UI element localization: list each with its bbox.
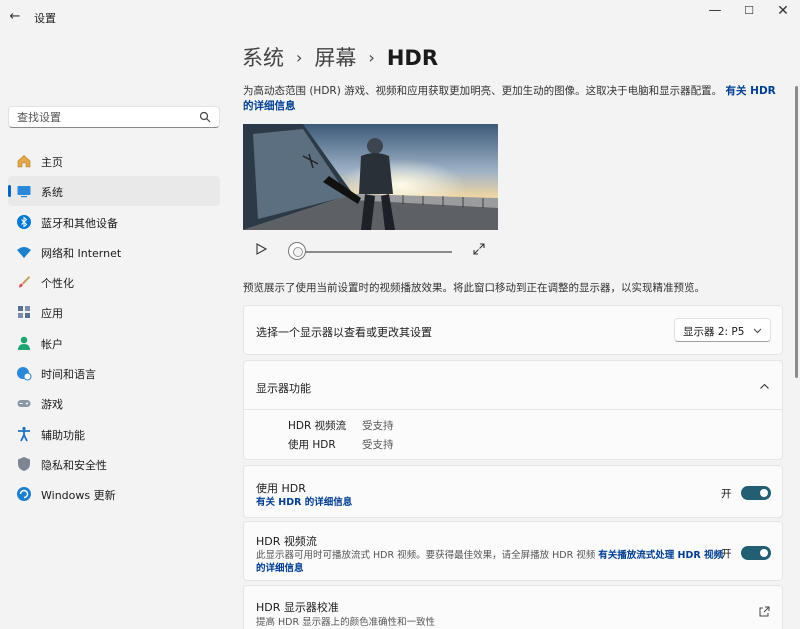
sidebar-item-label: 隐私和安全性 <box>41 458 107 472</box>
system-icon <box>17 186 31 198</box>
intro-description: 为高动态范围 (HDR) 游戏、视频和应用获取更加明亮、更加生动的图像。这取决于… <box>243 85 723 97</box>
video-frame-image <box>243 124 498 230</box>
sidebar-item-accounts[interactable]: 帐户 <box>8 328 220 358</box>
sidebar-item-privacy[interactable]: 隐私和安全性 <box>8 449 220 479</box>
preview-note: 预览展示了使用当前设置时的视频播放效果。将此窗口移动到正在调整的显示器，以实现精… <box>243 282 705 294</box>
hdr-video-preview <box>243 124 498 230</box>
sidebar-item-label: 应用 <box>41 307 63 321</box>
accessibility-icon <box>18 426 30 442</box>
sidebar-item-network[interactable]: 网络和 Internet <box>8 237 220 267</box>
minimize-button[interactable]: — <box>697 2 733 20</box>
gamepad-icon <box>17 400 31 408</box>
hdr-video-stream-toggle[interactable] <box>741 546 771 560</box>
sidebar-item-label: Windows 更新 <box>41 489 116 503</box>
hdr-video-stream-link-continued[interactable]: 的详细信息 <box>256 560 304 574</box>
close-button[interactable]: ✕ <box>765 2 800 20</box>
globe-clock-icon <box>17 367 32 381</box>
sidebar-item-label: 游戏 <box>41 398 63 412</box>
display-capabilities-title: 显示器功能 <box>256 382 311 395</box>
hdr-calibration-title: HDR 显示器校准 <box>256 601 339 614</box>
sidebar-item-label: 帐户 <box>41 337 63 351</box>
hdr-calibration-desc: 提高 HDR 显示器上的颜色准确性和一致性 <box>256 617 436 628</box>
display-select-card: 选择一个显示器以查看或更改其设置 显示器 2: P5 <box>243 305 783 355</box>
use-hdr-toggle-state: 开 <box>721 488 732 500</box>
home-icon <box>17 155 31 168</box>
sidebar-item-bluetooth[interactable]: 蓝牙和其他设备 <box>8 207 220 237</box>
use-hdr-card: 使用 HDR 有关 HDR 的详细信息 开 <box>243 465 783 518</box>
hdr-video-stream-desc: 此显示器可用时可播放流式 HDR 视频。要获得最佳效果，请全屏播放 HDR 视频… <box>256 547 723 561</box>
intro-text: 为高动态范围 (HDR) 游戏、视频和应用获取更加明亮、更加生动的图像。这取决于… <box>243 84 777 114</box>
sidebar-item-personalization[interactable]: 个性化 <box>8 267 220 297</box>
play-icon[interactable] <box>254 242 268 256</box>
back-button[interactable]: ← <box>6 8 24 26</box>
chevron-down-icon <box>753 328 762 334</box>
video-progress-thumb[interactable] <box>288 242 306 260</box>
sidebar-item-label: 系统 <box>41 186 63 200</box>
sidebar-item-label: 主页 <box>41 156 63 169</box>
brush-icon <box>19 276 30 288</box>
chevron-right-icon: › <box>368 48 375 67</box>
chevron-right-icon: › <box>296 48 303 67</box>
breadcrumb-display[interactable]: 屏幕 <box>314 46 356 70</box>
fullscreen-icon[interactable] <box>472 242 486 256</box>
scrollbar[interactable] <box>795 86 798 378</box>
account-icon <box>18 336 30 350</box>
open-external-icon[interactable] <box>759 606 770 617</box>
video-progress-track[interactable] <box>290 251 452 253</box>
maximize-button[interactable]: ☐ <box>731 2 767 20</box>
capability-row: HDR 视频流 受支持 <box>288 418 394 433</box>
capability-name: 使用 HDR <box>288 439 336 451</box>
breadcrumb: 系统 › 屏幕 › HDR <box>242 42 438 70</box>
hdr-calibration-card[interactable]: HDR 显示器校准 提高 HDR 显示器上的颜色准确性和一致性 <box>243 585 783 629</box>
sidebar-item-label: 蓝牙和其他设备 <box>41 216 118 230</box>
app-title: 设置 <box>34 12 56 25</box>
sidebar-item-apps[interactable]: 应用 <box>8 297 220 327</box>
display-select-title: 选择一个显示器以查看或更改其设置 <box>256 326 432 339</box>
wifi-icon <box>17 246 31 258</box>
display-capabilities-card[interactable]: 显示器功能 <box>243 360 783 410</box>
capability-row: 使用 HDR 受支持 <box>288 437 394 452</box>
shield-icon <box>18 456 30 471</box>
sidebar-item-home[interactable]: 主页 <box>8 146 220 176</box>
capability-value: 受支持 <box>362 439 394 451</box>
apps-icon <box>18 306 30 319</box>
bluetooth-icon <box>17 214 31 229</box>
sidebar-item-system[interactable]: 系统 <box>8 176 220 207</box>
sidebar-item-accessibility[interactable]: 辅助功能 <box>8 419 220 449</box>
capability-name: HDR 视频流 <box>288 420 347 432</box>
chevron-up-icon[interactable] <box>759 381 770 392</box>
sidebar-item-label: 个性化 <box>41 277 74 291</box>
sidebar-item-windows-update[interactable]: Windows 更新 <box>8 479 220 509</box>
hdr-video-stream-card: HDR 视频流 此显示器可用时可播放流式 HDR 视频。要获得最佳效果，请全屏播… <box>243 521 783 581</box>
hdr-video-stream-link[interactable]: 有关播放流式处理 HDR 视频 <box>598 550 723 561</box>
page-title: HDR <box>386 46 438 70</box>
display-dropdown[interactable]: 显示器 2: P5 <box>674 318 771 342</box>
sidebar-item-time-language[interactable]: 时间和语言 <box>8 358 220 388</box>
sidebar-item-label: 网络和 Internet <box>41 246 122 260</box>
sidebar-item-gaming[interactable]: 游戏 <box>8 388 220 418</box>
sidebar-item-label: 辅助功能 <box>41 428 85 442</box>
search-input[interactable] <box>17 110 197 125</box>
update-icon <box>17 487 31 502</box>
use-hdr-toggle[interactable] <box>741 486 771 500</box>
display-capabilities-panel: HDR 视频流 受支持 使用 HDR 受支持 <box>243 410 783 460</box>
hdr-video-stream-toggle-state: 开 <box>721 548 732 560</box>
hdr-video-stream-desc-text: 此显示器可用时可播放流式 HDR 视频。要获得最佳效果，请全屏播放 HDR 视频 <box>256 550 596 561</box>
search-icon[interactable] <box>199 111 211 123</box>
sidebar-nav: 主页 系统 蓝牙和其他设备 网络和 Internet 个性化 应用 帐户 时间和… <box>8 146 220 510</box>
use-hdr-info-link[interactable]: 有关 HDR 的详细信息 <box>256 494 352 508</box>
title-bar: ← 设置 — ☐ ✕ <box>0 0 800 34</box>
sidebar-item-label: 时间和语言 <box>41 368 96 382</box>
display-dropdown-value: 显示器 2: P5 <box>683 326 745 338</box>
capability-value: 受支持 <box>362 420 394 432</box>
breadcrumb-system[interactable]: 系统 <box>242 46 284 70</box>
search-box[interactable] <box>8 106 220 128</box>
